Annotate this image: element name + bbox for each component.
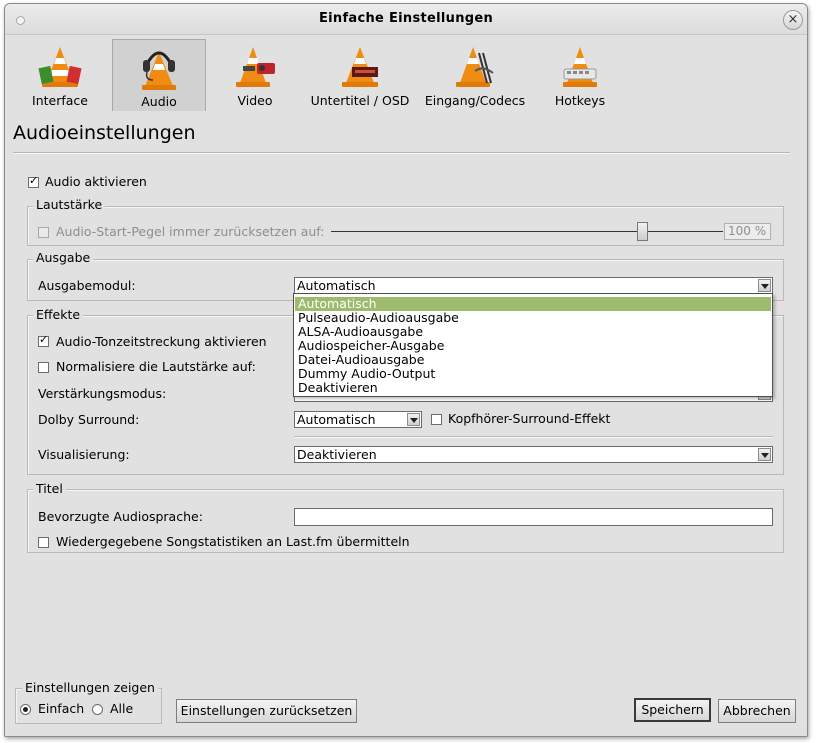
close-icon[interactable]: ×: [783, 10, 803, 30]
simple-radio-label: Einfach: [38, 701, 85, 716]
output-module-dropdown-list[interactable]: Automatisch Pulseaudio-Audioausgabe ALSA…: [293, 293, 773, 397]
tab-input-codecs[interactable]: Eingang/Codecs: [420, 39, 530, 111]
dropdown-option[interactable]: ALSA-Audioausgabe: [295, 325, 771, 339]
volume-reset-label: Audio-Start-Pegel immer zurücksetzen auf…: [56, 224, 325, 239]
cancel-button[interactable]: Abbrechen: [718, 699, 796, 723]
effects-divider: [294, 436, 773, 438]
simple-radio[interactable]: [20, 704, 31, 715]
title-bar: Einfache Einstellungen ×: [5, 4, 807, 35]
audio-language-input[interactable]: [294, 508, 773, 526]
audio-language-label: Bevorzugte Audiosprache:: [38, 509, 203, 524]
dropdown-option[interactable]: Datei-Audioausgabe: [295, 353, 771, 367]
tab-subtitle-osd[interactable]: Untertitel / OSD: [306, 39, 414, 111]
tab-label: Audio: [141, 94, 177, 109]
dropdown-option[interactable]: Automatisch: [295, 297, 771, 311]
volume-group-label: Lautstärke: [33, 197, 106, 212]
tab-label: Hotkeys: [554, 93, 606, 108]
tab-video[interactable]: Video: [210, 39, 300, 111]
volume-slider-handle[interactable]: [637, 222, 648, 241]
visualization-select[interactable]: Deaktivieren: [294, 446, 773, 463]
tab-label: Eingang/Codecs: [424, 93, 526, 108]
cone-codecs-icon: [456, 47, 494, 87]
effects-group-label: Effekte: [33, 307, 84, 322]
cone-hotkeys-icon: [563, 47, 597, 87]
dolby-value: Automatisch: [297, 412, 376, 427]
cone-headphones-icon: [142, 51, 176, 90]
output-module-label: Ausgabemodul:: [38, 278, 136, 293]
tab-label: Interface: [32, 93, 88, 108]
audio-enable-checkbox[interactable]: ✓: [28, 175, 39, 188]
audio-enable-label: Audio aktivieren: [45, 174, 147, 189]
normalize-checkbox[interactable]: [38, 362, 49, 373]
category-tabs: Interface Audio Video Untertitel / OSD E…: [12, 39, 612, 111]
tab-label: Video: [237, 93, 273, 108]
volume-value-field[interactable]: 100 %: [724, 223, 771, 240]
dolby-select[interactable]: Automatisch: [294, 411, 422, 428]
dropdown-option[interactable]: Pulseaudio-Audioausgabe: [295, 311, 771, 325]
cone-subtitle-icon: [342, 47, 378, 87]
visualization-value: Deaktivieren: [297, 447, 377, 462]
page-title: Audioeinstellungen: [13, 122, 196, 144]
all-radio[interactable]: [92, 704, 103, 715]
dolby-label: Dolby Surround:: [38, 412, 140, 427]
dropdown-option[interactable]: Audiospeicher-Ausgabe: [295, 339, 771, 353]
output-group-label: Ausgabe: [33, 250, 94, 265]
tab-audio[interactable]: Audio: [112, 39, 206, 111]
reset-preferences-button[interactable]: Einstellungen zurücksetzen: [176, 699, 357, 723]
normalize-label: Normalisiere die Lautstärke auf:: [56, 359, 256, 374]
chevron-down-icon[interactable]: [407, 413, 420, 426]
tab-hotkeys[interactable]: Hotkeys: [536, 39, 624, 111]
timestretch-checkbox[interactable]: ✓: [38, 334, 49, 347]
timestretch-label: Audio-Tonzeitstreckung aktivieren: [56, 334, 267, 349]
visualization-label: Visualisierung:: [38, 447, 130, 462]
lastfm-checkbox[interactable]: [38, 537, 49, 548]
dropdown-option[interactable]: Deaktivieren: [295, 381, 771, 395]
save-button[interactable]: Speichern: [634, 698, 711, 722]
heading-divider: [13, 152, 790, 154]
headphone-surround-label: Kopfhörer-Surround-Effekt: [448, 411, 611, 426]
show-settings-label: Einstellungen zeigen: [22, 680, 158, 695]
output-module-select[interactable]: Automatisch: [294, 277, 773, 294]
tab-interface[interactable]: Interface: [12, 39, 108, 111]
output-module-value: Automatisch: [297, 278, 376, 293]
cone-video-icon: [236, 47, 275, 87]
lastfm-label: Wiedergegebene Songstatistiken an Last.f…: [56, 534, 410, 549]
chevron-down-icon[interactable]: [758, 448, 771, 461]
all-radio-label: Alle: [110, 701, 134, 716]
headphone-surround-checkbox[interactable]: [431, 414, 442, 425]
volume-reset-checkbox[interactable]: [38, 227, 49, 238]
window-title: Einfache Einstellungen: [318, 11, 494, 26]
tracks-group-label: Titel: [33, 481, 66, 496]
volume-slider-track[interactable]: [331, 231, 723, 232]
dropdown-option[interactable]: Dummy Audio-Output: [295, 367, 771, 381]
replaygain-label: Verstärkungsmodus:: [38, 386, 167, 401]
chevron-down-icon[interactable]: [758, 279, 771, 292]
cone-interface-icon: [38, 47, 82, 87]
tab-label: Untertitel / OSD: [310, 93, 410, 108]
